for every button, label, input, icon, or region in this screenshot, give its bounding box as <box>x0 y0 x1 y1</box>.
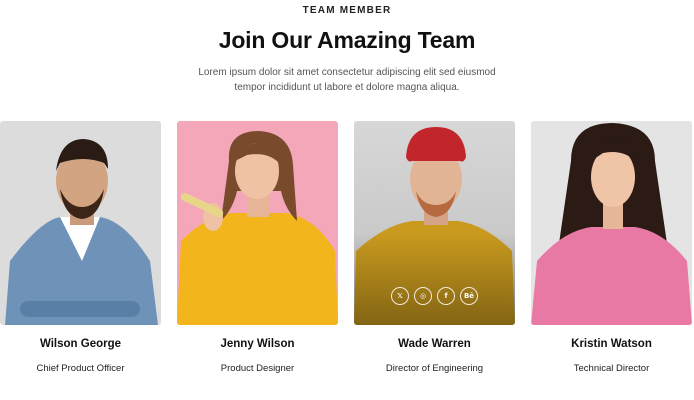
member-role: Director of Engineering <box>385 363 484 374</box>
member-role: Product Designer <box>220 363 295 374</box>
behance-icon[interactable]: Bē <box>460 287 478 305</box>
member-name: Wilson George <box>39 338 122 350</box>
section-description: Lorem ipsum dolor sit amet consectetur a… <box>0 65 694 95</box>
x-icon[interactable]: 𝕏 <box>391 287 409 305</box>
member-role: Chief Product Officer <box>36 363 125 374</box>
description-line-1: Lorem ipsum dolor sit amet consectetur a… <box>198 67 496 78</box>
social-links: 𝕏 ◎ f Bē <box>391 287 478 305</box>
section-title: Join Our Amazing Team <box>218 27 476 53</box>
description-line-2: tempor incididunt ut labore et dolore ma… <box>234 82 460 93</box>
member-name: Wade Warren <box>398 338 471 350</box>
instagram-icon[interactable]: ◎ <box>414 287 432 305</box>
portrait-kristin <box>531 121 692 325</box>
facebook-icon[interactable]: f <box>437 287 455 305</box>
team-card-photo-kristin[interactable] <box>531 121 692 325</box>
member-name: Kristin Watson <box>571 338 652 350</box>
portrait-jenny <box>177 121 338 325</box>
eyebrow-label: TEAM MEMBER <box>302 5 392 16</box>
portrait-wilson <box>0 121 161 325</box>
team-card-photo-jenny[interactable] <box>177 121 338 325</box>
team-card-photo-wilson[interactable] <box>0 121 161 325</box>
member-role: Technical Director <box>573 363 650 374</box>
member-name: Jenny Wilson <box>220 338 295 350</box>
